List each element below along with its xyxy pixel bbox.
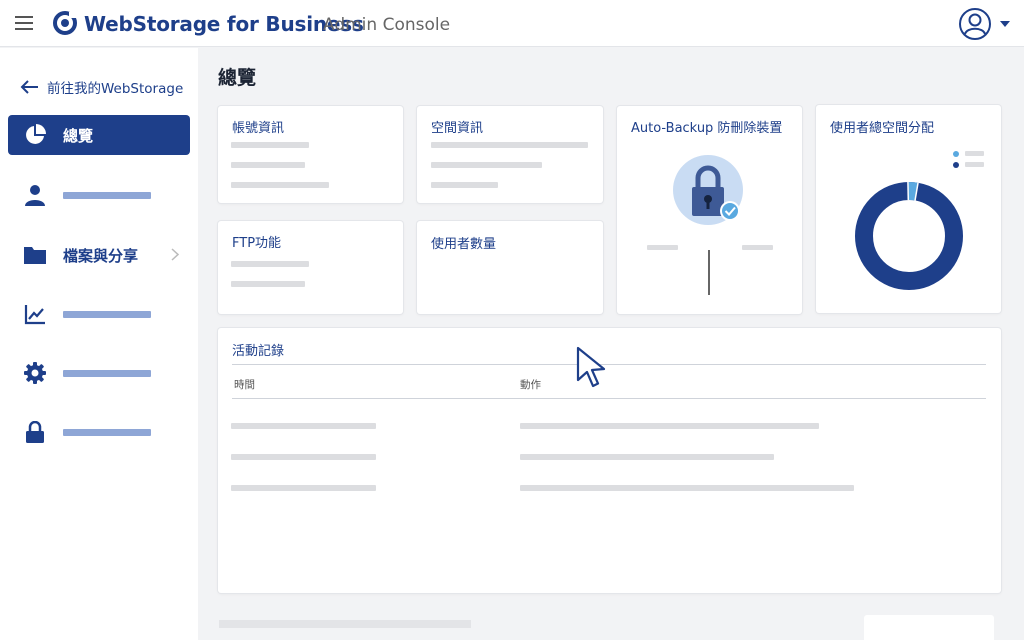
placeholder-cell xyxy=(231,485,376,491)
user-icon xyxy=(25,185,45,206)
space-allocation-donut xyxy=(855,181,963,290)
hamburger-icon[interactable] xyxy=(15,16,33,30)
nav-item-settings[interactable] xyxy=(8,353,190,393)
folder-icon xyxy=(24,247,46,264)
nav-item-security[interactable] xyxy=(8,412,190,452)
card-title: Auto-Backup 防刪除裝置 xyxy=(631,121,783,136)
nav-item-users[interactable] xyxy=(8,175,190,215)
arrow-left-icon xyxy=(20,80,38,94)
nav-item-overview[interactable]: 總覽 xyxy=(8,115,190,155)
caret-down-icon xyxy=(1000,21,1010,27)
page-title: 總覽 xyxy=(218,67,257,89)
nav-label-placeholder xyxy=(63,370,151,377)
space-info-card[interactable]: 空間資訊 xyxy=(417,106,603,203)
placeholder-line xyxy=(231,281,305,287)
sidebar: 前往我的WebStorage 總覽 檔案與分享 xyxy=(0,48,198,640)
card xyxy=(864,615,994,640)
card-title: 帳號資訊 xyxy=(232,121,285,136)
lock-check-icon xyxy=(673,155,743,225)
placeholder-line xyxy=(647,245,678,250)
mouse-cursor-icon xyxy=(576,346,606,388)
nav-label-placeholder xyxy=(63,311,151,318)
pie-chart-icon xyxy=(26,124,46,144)
gear-icon xyxy=(24,362,46,384)
placeholder-line xyxy=(231,142,309,148)
legend-dot xyxy=(953,162,959,168)
legend-label-placeholder xyxy=(965,162,984,167)
back-link-label: 前往我的WebStorage xyxy=(47,81,184,97)
placeholder-line xyxy=(231,162,305,168)
card-title: 空間資訊 xyxy=(431,121,484,136)
divider xyxy=(708,250,710,295)
card-title: 使用者數量 xyxy=(431,237,497,252)
nav-label-overview: 總覽 xyxy=(63,127,94,145)
placeholder-line xyxy=(431,182,498,188)
legend-label-placeholder xyxy=(965,151,984,156)
nav-label-files-sharing: 檔案與分享 xyxy=(63,247,139,265)
lock-icon xyxy=(26,421,44,443)
back-to-webstorage-link[interactable]: 前往我的WebStorage xyxy=(20,76,183,98)
card-title: FTP功能 xyxy=(232,236,282,251)
placeholder-cell xyxy=(520,485,854,491)
user-count-card[interactable]: 使用者數量 xyxy=(417,221,603,314)
column-header-time: 時間 xyxy=(234,379,255,391)
divider xyxy=(232,398,986,399)
brand-name: WebStorage for Business xyxy=(84,12,364,36)
top-bar: WebStorage for Business Admin Console xyxy=(0,0,1024,47)
ftp-card[interactable]: FTP功能 xyxy=(218,221,403,314)
nav-item-files-sharing[interactable]: 檔案與分享 xyxy=(8,235,190,275)
donut-segment-main xyxy=(855,182,963,290)
webstorage-logo-icon xyxy=(53,11,77,35)
placeholder-cell xyxy=(520,423,819,429)
legend-dot xyxy=(953,151,959,157)
line-chart-icon xyxy=(24,305,45,325)
placeholder-line xyxy=(431,142,588,148)
console-subtitle: Admin Console xyxy=(323,15,451,35)
user-menu-button[interactable] xyxy=(958,7,1014,41)
placeholder-line xyxy=(219,620,471,628)
chevron-right-icon xyxy=(171,248,179,261)
user-space-allocation-card[interactable]: 使用者總空間分配 xyxy=(816,105,1001,313)
donut-segment-minor xyxy=(907,182,919,201)
nav-label-placeholder xyxy=(63,429,151,436)
auto-backup-card[interactable]: Auto-Backup 防刪除裝置 xyxy=(617,106,802,314)
card-title: 使用者總空間分配 xyxy=(830,121,935,136)
nav-label-placeholder xyxy=(63,192,151,199)
placeholder-line xyxy=(431,162,542,168)
placeholder-line xyxy=(231,182,329,188)
placeholder-line xyxy=(231,261,309,267)
column-header-action: 動作 xyxy=(520,379,541,391)
nav-item-reports[interactable] xyxy=(8,294,190,334)
user-account-icon xyxy=(959,8,991,40)
placeholder-cell xyxy=(231,423,376,429)
placeholder-line xyxy=(742,245,773,250)
placeholder-cell xyxy=(520,454,774,460)
placeholder-cell xyxy=(231,454,376,460)
account-info-card[interactable]: 帳號資訊 xyxy=(218,106,403,203)
card-title: 活動記錄 xyxy=(232,344,285,359)
